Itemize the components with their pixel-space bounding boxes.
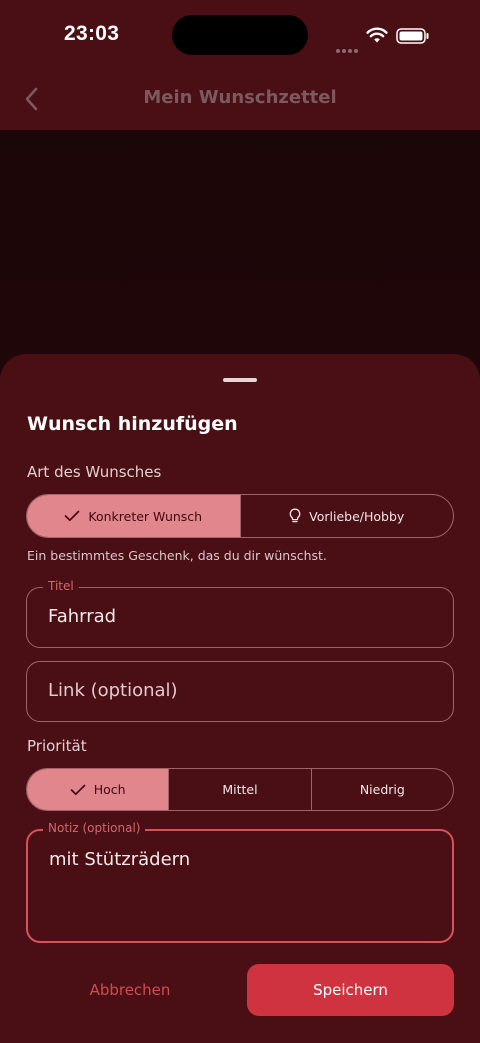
wish-type-helper: Ein bestimmtes Geschenk, das du dir wüns…: [27, 548, 327, 563]
priority-selector: Hoch Mittel Niedrig: [26, 768, 454, 811]
save-button[interactable]: Speichern: [247, 964, 454, 1016]
check-icon: [70, 784, 86, 795]
note-field[interactable]: Notiz (optional) mit Stützrädern: [26, 821, 454, 943]
navigation-bar: Mein Wunschzettel: [0, 70, 480, 130]
note-field-label: Notiz (optional): [43, 821, 146, 835]
title-field-label: Titel: [43, 579, 79, 593]
segment-label: Niedrig: [359, 782, 405, 797]
segment-concrete-wish[interactable]: Konkreter Wunsch: [27, 495, 240, 537]
segment-label: Hoch: [93, 782, 126, 797]
sheet-grabber[interactable]: [223, 378, 257, 382]
segment-label: Konkreter Wunsch: [88, 508, 203, 524]
status-bar: 23:03: [0, 0, 480, 70]
priority-label: Priorität: [27, 737, 87, 755]
add-wish-sheet: Wunsch hinzufügen Art des Wunsches Konkr…: [0, 354, 480, 1043]
title-field[interactable]: Titel Fahrrad: [26, 579, 454, 648]
segment-priority-low[interactable]: Niedrig: [310, 769, 453, 810]
link-field-placeholder: Link (optional): [48, 680, 178, 701]
status-time: 23:03: [64, 22, 120, 45]
wish-type-label: Art des Wunsches: [27, 463, 162, 481]
status-icons: [336, 25, 436, 53]
battery-icon: [396, 28, 429, 44]
title-field-value: Fahrrad: [48, 606, 117, 627]
segment-preference-hobby[interactable]: Vorliebe/Hobby: [239, 495, 454, 537]
note-field-value: mit Stützrädern: [49, 849, 191, 870]
segment-priority-high[interactable]: Hoch: [27, 769, 169, 810]
cancel-button[interactable]: Abbrechen: [26, 964, 234, 1016]
page-title: Mein Wunschzettel: [143, 87, 337, 108]
dynamic-island: [172, 15, 308, 55]
segment-priority-medium[interactable]: Mittel: [168, 769, 310, 810]
wifi-icon: [366, 27, 388, 43]
link-field[interactable]: Link (optional): [26, 661, 454, 722]
check-icon: [65, 510, 80, 522]
segment-label: Mittel: [222, 782, 258, 797]
wish-type-selector: Konkreter Wunsch Vorliebe/Hobby: [26, 494, 454, 538]
segment-label: Vorliebe/Hobby: [309, 508, 405, 524]
lightbulb-icon: [289, 508, 301, 523]
sheet-title: Wunsch hinzufügen: [27, 413, 238, 435]
signal-dots-icon: [336, 38, 360, 57]
